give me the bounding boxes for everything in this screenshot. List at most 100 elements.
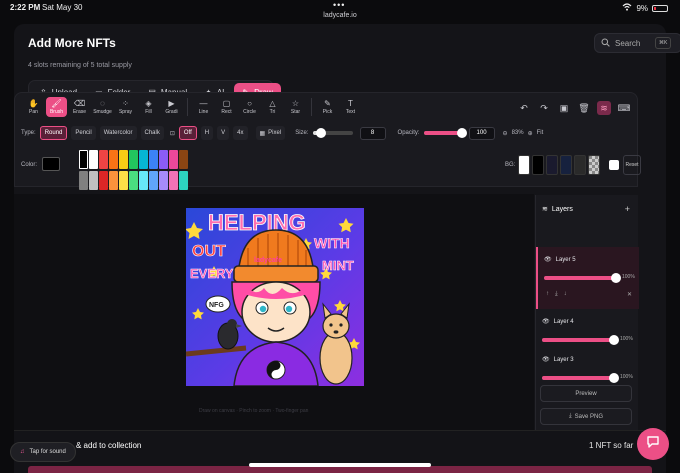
color-swatch[interactable] — [89, 150, 98, 169]
color-swatch[interactable] — [79, 150, 88, 169]
color-swatch[interactable] — [179, 150, 188, 169]
zoom-in-icon[interactable]: ⊕ — [528, 130, 533, 137]
color-swatch[interactable] — [119, 171, 128, 190]
color-swatch[interactable] — [129, 150, 138, 169]
opacity-slider-knob[interactable] — [456, 128, 467, 138]
redo-icon[interactable]: ↷ — [537, 101, 551, 115]
layer-opacity-slider[interactable] — [542, 335, 619, 345]
tool-gradi[interactable]: ▶ Gradi — [161, 97, 182, 117]
bg-custom-swatch[interactable] — [609, 160, 619, 170]
symmetry-h[interactable]: H — [200, 126, 214, 140]
save-png-button[interactable]: ⤓ Save PNG — [540, 408, 632, 425]
artwork-illustration: HELPING OUT WITH EVERY MINT ladycafe NFG — [186, 208, 364, 386]
tool-fill[interactable]: ◈ Fill — [138, 97, 159, 117]
chat-button[interactable] — [637, 428, 669, 460]
size-slider-knob[interactable] — [315, 128, 326, 138]
color-swatch[interactable] — [99, 150, 108, 169]
color-swatch[interactable] — [179, 171, 188, 190]
drawing-canvas[interactable]: HELPING OUT WITH EVERY MINT ladycafe NFG — [186, 208, 364, 386]
brush-type-round[interactable]: Round — [39, 126, 68, 140]
zoom-out-icon[interactable]: ⊖ — [503, 130, 508, 137]
eye-icon[interactable]: 👁 — [544, 256, 552, 263]
tool-pick[interactable]: ✎ Pick — [317, 97, 338, 117]
layer-opacity-knob[interactable] — [609, 335, 619, 345]
layer-item[interactable]: 👁 Layer 4 100% — [536, 309, 639, 347]
add-to-collection-label[interactable]: & add to collection — [76, 441, 141, 450]
layer-item[interactable]: 👁 Layer 5 100% ↑ ⤓ ↓ ✕ — [536, 247, 639, 309]
keyboard-icon[interactable]: ⌨ — [617, 101, 631, 115]
size-slider[interactable] — [312, 128, 353, 138]
color-swatch[interactable] — [139, 171, 148, 190]
home-indicator[interactable] — [249, 463, 431, 467]
search-button[interactable]: Search ⌘K — [594, 33, 680, 53]
artwork-text-every: EVERY — [190, 266, 234, 281]
trash-icon[interactable]: 🗑 — [577, 101, 591, 115]
tool-pan[interactable]: ✋ Pan — [23, 97, 44, 117]
color-swatch[interactable] — [129, 171, 138, 190]
color-swatch[interactable] — [159, 150, 168, 169]
bg-swatch[interactable] — [532, 155, 544, 175]
opacity-slider[interactable] — [423, 128, 467, 138]
more-dots-icon[interactable]: ••• — [333, 0, 345, 10]
symmetry-off[interactable]: Off — [178, 126, 197, 140]
color-swatch[interactable] — [159, 171, 168, 190]
preview-button[interactable]: Preview — [540, 385, 632, 402]
color-swatch[interactable] — [149, 171, 158, 190]
tool-tri[interactable]: △ Tri — [262, 97, 283, 117]
delete-layer-icon[interactable]: ✕ — [627, 291, 632, 298]
move-down-icon[interactable]: ↓ — [564, 291, 567, 298]
bg-swatch[interactable] — [574, 155, 586, 175]
brush-type-watercolor[interactable]: Watercolor — [99, 126, 137, 140]
move-up-icon[interactable]: ↑ — [546, 291, 549, 298]
color-swatch[interactable] — [169, 171, 178, 190]
tool-star[interactable]: ☆ Star — [285, 97, 306, 117]
layer-opacity-slider[interactable] — [542, 373, 619, 383]
submit-bar[interactable] — [28, 466, 652, 473]
color-swatch[interactable] — [109, 150, 118, 169]
color-swatch[interactable] — [79, 171, 88, 190]
symmetry-v[interactable]: V — [217, 126, 230, 140]
color-swatch[interactable] — [169, 150, 178, 169]
tool-erase[interactable]: ⌫ Erase — [69, 97, 90, 117]
pixel-toggle[interactable]: ▦ Pixel — [255, 126, 286, 140]
bg-swatch[interactable] — [518, 155, 530, 175]
tap-for-sound-button[interactable]: ♫ Tap for sound — [10, 442, 76, 462]
add-layer-icon[interactable]: + — [625, 204, 630, 214]
brush-type-pencil[interactable]: Pencil — [71, 126, 96, 140]
symmetry-4x[interactable]: 4x — [233, 126, 248, 140]
undo-icon[interactable]: ↶ — [517, 101, 531, 115]
brush-type-chalk[interactable]: Chalk — [140, 126, 164, 140]
current-color-swatch[interactable] — [42, 157, 60, 171]
merge-down-icon[interactable]: ⤓ — [555, 291, 558, 298]
opacity-value[interactable]: 100 — [468, 126, 495, 140]
color-swatch[interactable] — [149, 150, 158, 169]
tool-brush[interactable]: 🖌 Brush — [46, 97, 67, 117]
color-swatch[interactable] — [99, 171, 108, 190]
tool-line[interactable]: — Line — [193, 97, 214, 117]
eye-icon[interactable]: 👁 — [542, 356, 550, 363]
tool-rect[interactable]: ▢ Rect — [216, 97, 237, 117]
fit-button[interactable]: Fit — [537, 130, 544, 136]
layers-toggle-icon[interactable]: ≋ — [597, 101, 611, 115]
layer-opacity-fill — [542, 376, 614, 380]
size-value[interactable]: 8 — [359, 126, 386, 140]
tool-smudge[interactable]: ◌ Smudge — [92, 97, 113, 117]
layer-item[interactable]: 👁 Layer 3 100% — [536, 347, 639, 383]
image-icon[interactable]: ▣ — [557, 101, 571, 115]
bg-swatch[interactable] — [588, 155, 600, 175]
layer-opacity-knob[interactable] — [609, 373, 619, 383]
reset-button[interactable]: Reset — [623, 155, 641, 175]
color-swatch[interactable] — [139, 150, 148, 169]
color-swatch[interactable] — [109, 171, 118, 190]
bg-swatch[interactable] — [560, 155, 572, 175]
eye-icon[interactable]: 👁 — [542, 318, 550, 325]
color-swatch[interactable] — [89, 171, 98, 190]
layer-opacity-knob[interactable] — [611, 273, 621, 283]
color-swatch[interactable] — [119, 150, 128, 169]
bg-swatch[interactable] — [546, 155, 558, 175]
layer-opacity-slider[interactable] — [544, 273, 621, 283]
address-url[interactable]: ladycafe.io — [0, 12, 680, 19]
tool-circle[interactable]: ○ Circle — [239, 97, 260, 117]
tool-spray[interactable]: ⁘ Spray — [115, 97, 136, 117]
tool-text[interactable]: T Text — [340, 97, 361, 117]
